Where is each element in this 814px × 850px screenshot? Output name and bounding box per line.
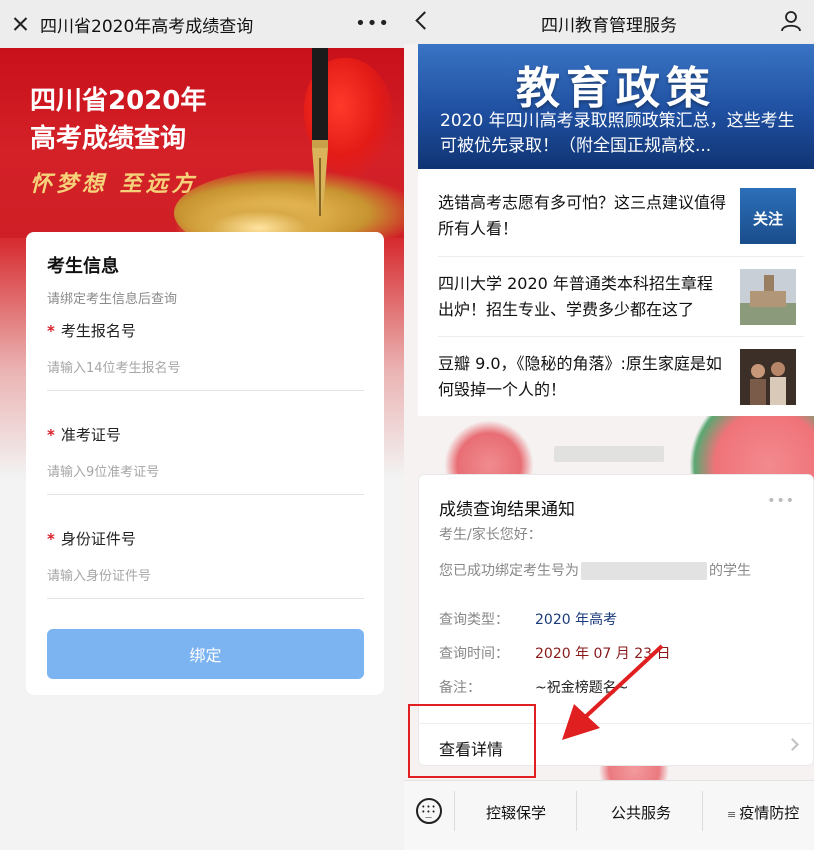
bound-prefix: 您已成功绑定考生号为 <box>439 563 579 579</box>
id-number-field-group: * 身份证件号 <box>47 528 364 599</box>
article-thumbnail <box>740 349 796 405</box>
bind-button[interactable]: 绑定 <box>47 629 364 679</box>
tab-divider <box>454 791 455 831</box>
user-profile-icon[interactable] <box>780 10 802 32</box>
article-item[interactable]: 四川大学 2020 年普通类本科招生章程出炉！招生专业、学费多少都在这了 <box>438 256 804 336</box>
registration-number-field-group: * 考生报名号 <box>47 320 364 391</box>
hero-big-text: 教育政策 <box>516 63 716 114</box>
required-mark: * <box>47 530 55 548</box>
required-mark: * <box>47 322 55 340</box>
menu-item-epidemic-prevention[interactable]: ≡ 疫情防控 <box>727 802 799 823</box>
menu-item-label: 控辍保学 <box>486 804 547 822</box>
row-value: 2020 年高考 <box>535 612 618 628</box>
article-item[interactable]: 选错高考志愿有多可怕？这三点建议值得所有人看！ 关注 <box>438 176 804 256</box>
right-screen-wechat-account: 四川教育管理服务 教育政策 2020 年四川高考录取照顾政策汇总，这些考生可被优… <box>404 0 814 850</box>
field-label: * 考生报名号 <box>47 320 364 341</box>
form-heading: 考生信息 <box>47 256 119 277</box>
banner-title-line2: 高考成绩查询 <box>30 124 187 154</box>
chevron-right-icon <box>786 738 799 751</box>
registration-number-input[interactable] <box>47 353 364 391</box>
blurred-student-number <box>581 562 707 580</box>
bottom-menu-bar: ••• ••• — 控辍保学 公共服务 ≡ 疫情防控 <box>404 780 814 850</box>
menu-item-public-services[interactable]: 公共服务 <box>611 802 671 823</box>
close-icon[interactable] <box>0 0 40 48</box>
thumbnail-text: 关注 <box>752 210 783 228</box>
screenshot-root: 四川省2020年高考成绩查询 ••• 四川省2020年 高考成绩查询 怀梦想 至… <box>0 0 814 850</box>
form-subtitle: 请绑定考生信息后查询 <box>47 292 178 307</box>
article-thumbnail: 关注 <box>740 188 796 244</box>
nav-bar: 四川教育管理服务 <box>404 0 814 44</box>
row-key: 查询类型： <box>439 612 509 628</box>
hero-article[interactable]: 教育政策 2020 年四川高考录取照顾政策汇总，这些考生可被优先录取！（附全国正… <box>418 44 814 169</box>
field-label-text: 准考证号 <box>60 426 121 444</box>
row-key: 查询时间： <box>439 646 509 662</box>
blurred-timestamp <box>554 446 664 462</box>
banner-slogan: 怀梦想 至远方 <box>30 171 198 197</box>
field-label: * 准考证号 <box>47 424 364 445</box>
notice-row-query-type: 查询类型： 2020 年高考 <box>439 609 617 629</box>
article-list-card: 教育政策 2020 年四川高考录取照顾政策汇总，这些考生可被优先录取！（附全国正… <box>418 44 814 416</box>
menu-item-label: 公共服务 <box>611 804 672 822</box>
banner: 四川省2020年 高考成绩查询 怀梦想 至远方 <box>0 48 404 238</box>
red-arrow-annotation-icon <box>562 644 664 740</box>
banner-title: 四川省2020年 高考成绩查询 <box>30 82 206 158</box>
field-label-text: 考生报名号 <box>60 322 136 340</box>
page-title: 四川省2020年高考成绩查询 <box>40 16 254 37</box>
notice-more-icon[interactable]: ••• <box>767 493 795 509</box>
highlight-annotation-box <box>408 704 536 778</box>
student-info-form: 考生信息 请绑定考生信息后查询 * 考生报名号 * 准考证号 * 身份证件号 绑定 <box>26 232 384 695</box>
hero-headline: 2020 年四川高考录取照顾政策汇总，这些考生可被优先录取！（附全国正规高校..… <box>440 111 795 156</box>
id-number-input[interactable] <box>47 561 364 599</box>
admission-ticket-field-group: * 准考证号 <box>47 424 364 495</box>
notice-greeting: 考生/家长您好： <box>439 527 542 543</box>
article-item[interactable]: 豆瓣 9.0，《隐秘的角落》:原生家庭是如何毁掉一个人的！ <box>438 336 804 416</box>
tab-divider <box>576 791 577 831</box>
field-label: * 身份证件号 <box>47 528 364 549</box>
account-title: 四川教育管理服务 <box>541 16 677 36</box>
more-options-icon[interactable]: ••• <box>355 13 390 34</box>
left-screen-score-query: 四川省2020年高考成绩查询 ••• 四川省2020年 高考成绩查询 怀梦想 至… <box>0 0 404 850</box>
article-title: 四川大学 2020 年普通类本科招生章程出炉！招生专业、学费多少都在这了 <box>438 274 713 319</box>
menu-item-dropout-control[interactable]: 控辍保学 <box>486 802 546 823</box>
tab-divider <box>702 791 703 831</box>
nav-bar: 四川省2020年高考成绩查询 ••• <box>0 0 404 48</box>
keyboard-toggle-icon[interactable]: ••• ••• — <box>416 798 442 824</box>
field-label-text: 身份证件号 <box>60 530 136 548</box>
row-key: 备注： <box>439 680 481 696</box>
fountain-pen-icon <box>312 48 328 220</box>
admission-ticket-input[interactable] <box>47 457 364 495</box>
article-thumbnail <box>740 269 796 325</box>
article-title: 选错高考志愿有多可怕？这三点建议值得所有人看！ <box>438 193 727 238</box>
required-mark: * <box>47 426 55 444</box>
notice-title: 成绩查询结果通知 <box>439 500 575 520</box>
notice-bound-line: 您已成功绑定考生号为 的学生 <box>439 560 751 580</box>
banner-title-line1: 四川省2020年 <box>30 86 207 116</box>
article-title: 豆瓣 9.0，《隐秘的角落》:原生家庭是如何毁掉一个人的！ <box>438 354 722 399</box>
menu-list-icon: ≡ <box>727 808 737 821</box>
bound-suffix: 的学生 <box>709 563 751 579</box>
menu-item-label: 疫情防控 <box>739 804 800 822</box>
